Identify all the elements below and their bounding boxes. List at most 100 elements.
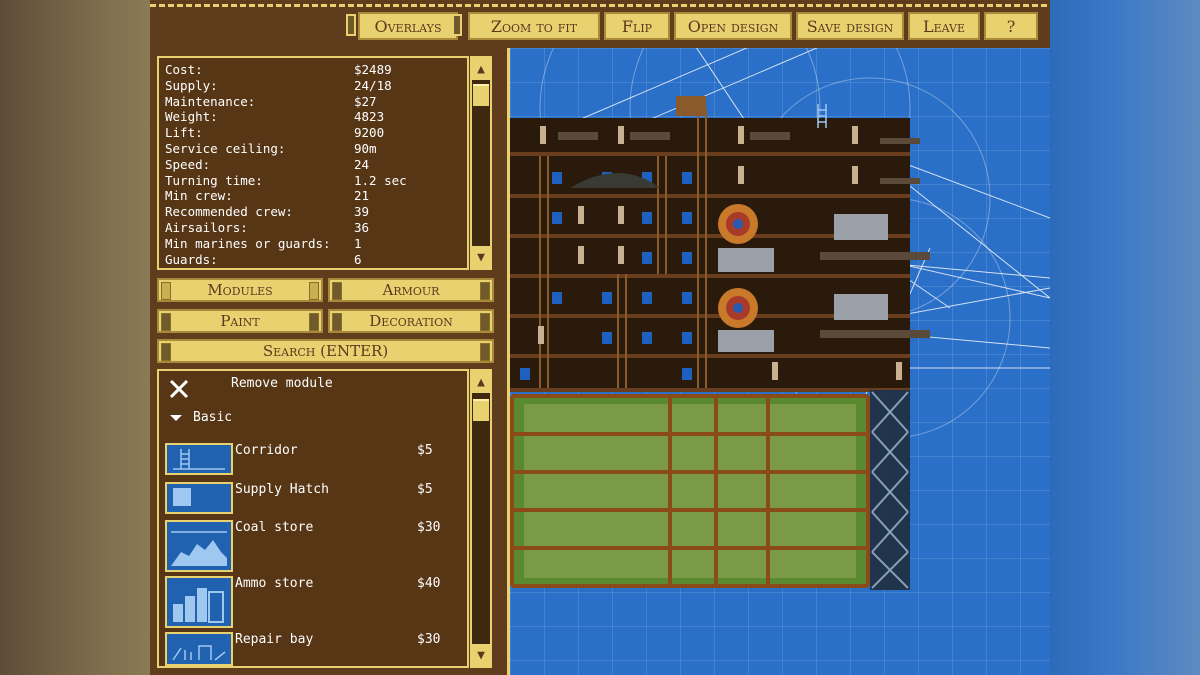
stat-label: Min crew: xyxy=(165,188,233,204)
flip-button[interactable]: Flip xyxy=(604,12,670,40)
stat-value: 24/18 xyxy=(354,77,392,93)
repair-bay-icon xyxy=(165,632,233,666)
overlays-button[interactable]: Overlays xyxy=(358,12,458,40)
game-window: Overlays Zoom to fit Flip Open design Sa… xyxy=(150,0,1050,675)
help-button[interactable]: ? xyxy=(984,12,1038,40)
module-name: Coal store xyxy=(235,520,314,535)
left-background xyxy=(0,0,150,675)
stat-label: Min marines or guards: xyxy=(165,235,331,251)
tab-cap xyxy=(161,313,171,331)
list-item[interactable]: Repair bay $30 xyxy=(163,632,463,666)
stat-value: 9200 xyxy=(354,125,385,141)
search-button[interactable]: Search (ENTER) xyxy=(157,339,494,363)
tab-cap xyxy=(480,313,490,331)
tab-cap xyxy=(332,313,342,331)
module-price: $5 xyxy=(417,482,433,497)
stat-label: Recommended crew: xyxy=(165,204,293,220)
search-label: Search (ENTER) xyxy=(262,342,389,360)
module-list: Remove module Basic Corridor $5 Supply H… xyxy=(157,369,469,668)
tab-decoration-label: Decoration xyxy=(369,312,453,330)
toolbar-cap-right xyxy=(452,14,462,36)
module-name: Repair bay xyxy=(235,632,314,647)
corridor-icon xyxy=(165,443,233,475)
stat-value: 6 xyxy=(354,251,362,267)
stat-row: Guards: 6 xyxy=(165,252,461,268)
module-price: $30 xyxy=(417,632,441,647)
open-design-button[interactable]: Open design xyxy=(674,12,792,40)
stat-row: Maintenance: $27 xyxy=(165,94,461,110)
stat-row: Service ceiling: 90m xyxy=(165,141,461,157)
tab-paint-label: Paint xyxy=(220,312,260,330)
scroll-down-icon[interactable]: ▼ xyxy=(472,246,490,268)
zoom-to-fit-button[interactable]: Zoom to fit xyxy=(468,12,600,40)
stat-label: Service ceiling: xyxy=(165,140,286,156)
leave-button[interactable]: Leave xyxy=(908,12,980,40)
stat-value: 1.2 sec xyxy=(354,172,407,188)
stat-row: Min crew: 21 xyxy=(165,188,461,204)
stat-value: 36 xyxy=(354,219,370,235)
scroll-up-icon[interactable]: ▲ xyxy=(472,58,490,80)
tab-modules-label: Modules xyxy=(207,281,273,299)
stat-label: Turning time: xyxy=(165,172,263,188)
stat-label: Guards: xyxy=(165,251,218,267)
ammo-store-icon xyxy=(165,576,233,628)
stat-row: Airsailors: 36 xyxy=(165,220,461,236)
list-item[interactable]: Supply Hatch $5 xyxy=(163,482,463,514)
coal-store-icon xyxy=(165,520,233,572)
module-name: Supply Hatch xyxy=(235,482,329,497)
remove-module-label[interactable]: Remove module xyxy=(231,376,333,391)
stat-row: Lift: 9200 xyxy=(165,125,461,141)
stat-value: $27 xyxy=(354,93,377,109)
scroll-thumb[interactable] xyxy=(473,84,489,106)
scroll-up-icon[interactable]: ▲ xyxy=(472,371,490,393)
stat-row: Weight: 4823 xyxy=(165,109,461,125)
scroll-down-icon[interactable]: ▼ xyxy=(472,644,490,666)
scroll-thumb[interactable] xyxy=(473,399,489,421)
stat-value: 1 xyxy=(354,235,362,251)
stat-label: Maintenance: xyxy=(165,93,256,109)
airship-design[interactable] xyxy=(510,48,1050,675)
list-item[interactable]: Corridor $5 xyxy=(163,443,463,477)
chevron-down-icon[interactable] xyxy=(169,412,183,422)
stat-label: Speed: xyxy=(165,156,211,172)
ship-stats: Cost: $2489 Supply: 24/18 Maintenance: $27 Wei… xyxy=(157,56,469,270)
stat-row: Supply: 24/18 xyxy=(165,78,461,94)
tab-decoration[interactable]: Decoration xyxy=(328,309,494,333)
stat-row: Recommended crew: 39 xyxy=(165,204,461,220)
stats-scrollbar[interactable]: ▲ ▼ xyxy=(470,56,492,270)
supply-hatch-icon xyxy=(165,482,233,514)
stat-row: Turning time: 1.2 sec xyxy=(165,173,461,189)
stat-value: 39 xyxy=(354,204,370,220)
tab-armour[interactable]: Armour xyxy=(328,278,494,302)
module-list-scrollbar[interactable]: ▲ ▼ xyxy=(470,369,492,668)
tab-cap xyxy=(309,282,319,300)
save-design-button[interactable]: Save design xyxy=(796,12,904,40)
stat-row: Cost: $2489 xyxy=(165,62,461,78)
stat-label: Supply: xyxy=(165,77,218,93)
tab-cap xyxy=(332,282,342,300)
tab-armour-label: Armour xyxy=(382,281,440,299)
module-name: Corridor xyxy=(235,443,298,458)
module-price: $5 xyxy=(417,443,433,458)
ship-blueprint-canvas[interactable] xyxy=(510,48,1050,675)
stat-value: 21 xyxy=(354,188,370,204)
design-panel: Cost: $2489 Supply: 24/18 Maintenance: $27 Wei… xyxy=(150,48,505,675)
category-basic[interactable]: Basic xyxy=(193,410,232,425)
gas-bag-panel xyxy=(524,404,856,578)
close-icon[interactable] xyxy=(167,377,191,401)
module-price: $30 xyxy=(417,520,441,535)
list-item[interactable]: Ammo store $40 xyxy=(163,576,463,628)
right-background xyxy=(1050,0,1200,675)
tab-cap xyxy=(309,313,319,331)
tab-paint[interactable]: Paint xyxy=(157,309,323,333)
list-item[interactable]: Coal store $30 xyxy=(163,520,463,572)
stat-label: Lift: xyxy=(165,125,203,141)
tab-modules[interactable]: Modules xyxy=(157,278,323,302)
stat-value: $2489 xyxy=(354,62,392,77)
tab-cap xyxy=(480,282,490,300)
stat-value: 90m xyxy=(354,140,377,156)
search-cap xyxy=(161,343,171,361)
toolbar-cap-left xyxy=(346,14,356,36)
stat-row: Speed: 24 xyxy=(165,157,461,173)
tab-cap xyxy=(161,282,171,300)
